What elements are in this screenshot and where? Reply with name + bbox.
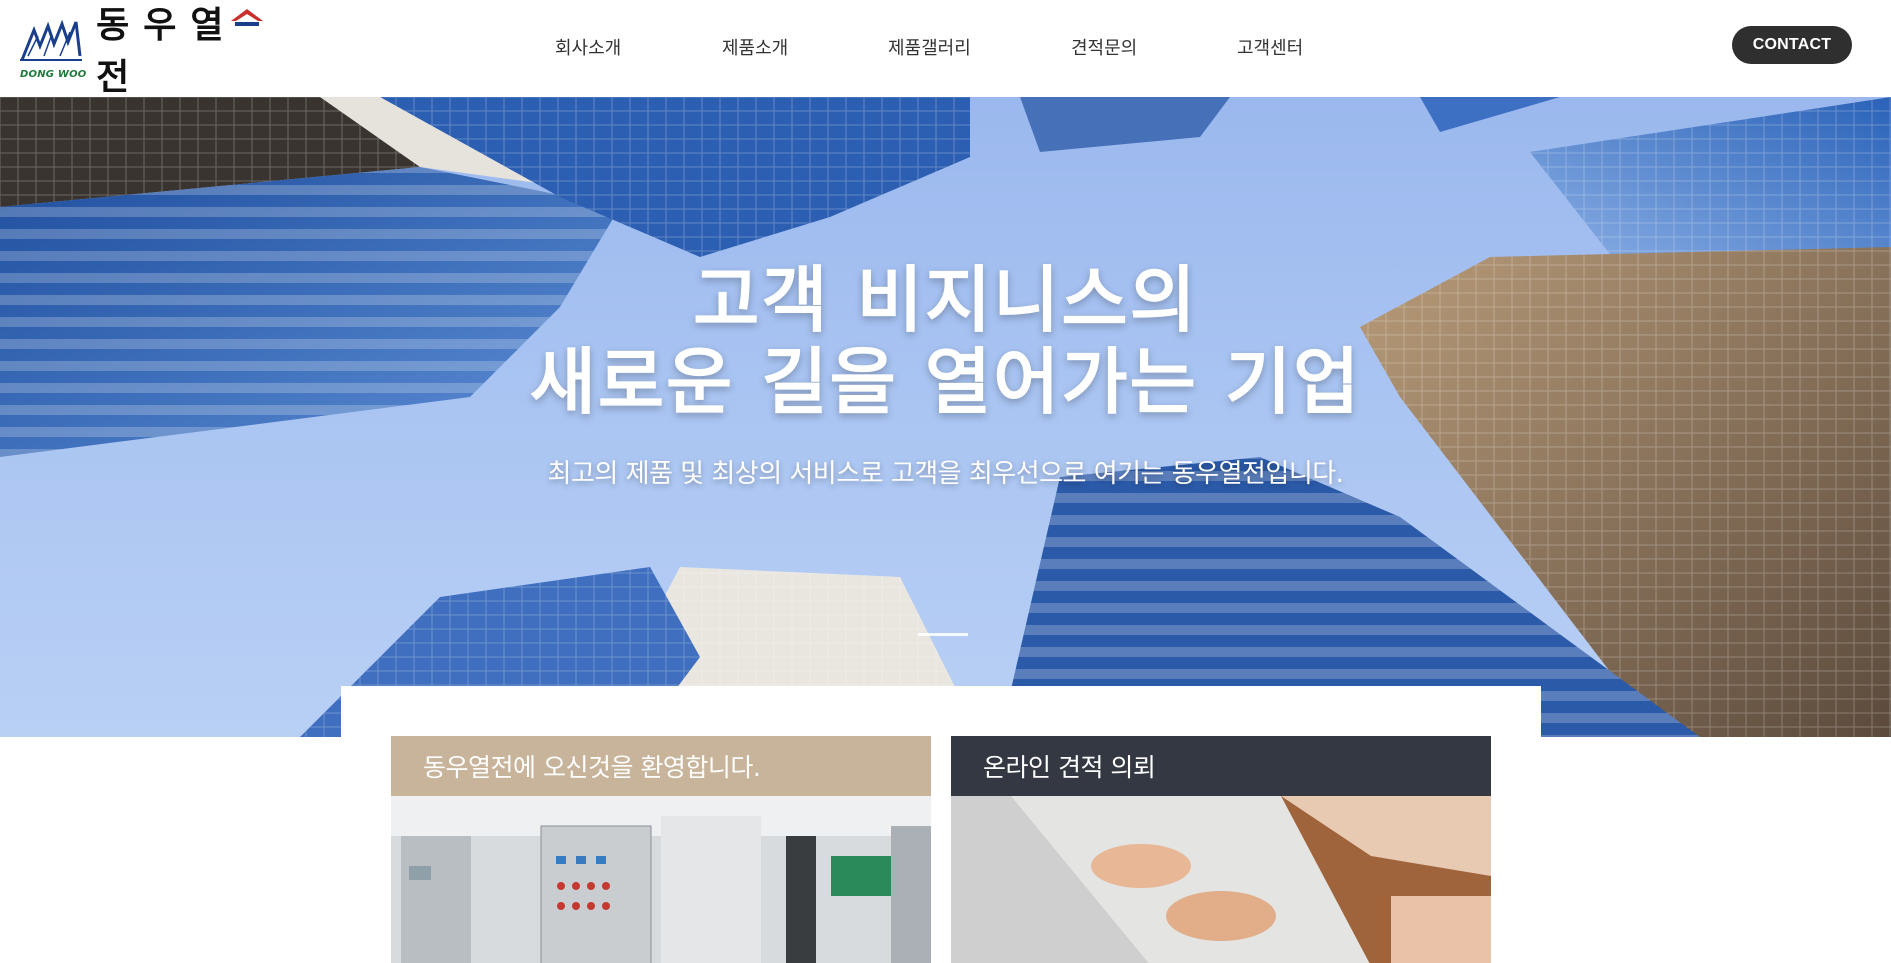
hero-title-line2: 새로운 길을 열어가는 기업 bbox=[529, 340, 1362, 424]
hero-subtitle: 최고의 제품 및 최상의 서비스로 고객을 최우선으로 여기는 동우열전입니다. bbox=[547, 459, 1344, 489]
dongwoo-logo-icon: DONG WOO bbox=[18, 16, 86, 80]
welcome-card[interactable]: 동우열전에 오신것을 환영합니다. bbox=[391, 736, 931, 963]
content-panel: 동우열전에 오신것을 환영합니다. 온라인 견적 의뢰 bbox=[341, 686, 1541, 963]
nav-quote[interactable]: 견적문의 bbox=[1071, 34, 1137, 60]
typing-laptop-image bbox=[951, 796, 1491, 963]
factory-equipment-image bbox=[391, 796, 931, 963]
nav-company[interactable]: 회사소개 bbox=[555, 34, 621, 60]
welcome-card-title: 동우열전에 오신것을 환영합니다. bbox=[391, 736, 931, 796]
contact-button[interactable]: CONTACT bbox=[1732, 26, 1852, 64]
site-logo[interactable]: DONG WOO 동우열전 bbox=[18, 5, 268, 98]
nav-products[interactable]: 제품소개 bbox=[722, 34, 788, 60]
nav-gallery[interactable]: 제품갤러리 bbox=[888, 34, 971, 60]
nav-support[interactable]: 고객센터 bbox=[1237, 34, 1303, 60]
logo-subtext: DONG WOO bbox=[20, 69, 87, 80]
hero-title: 고객 비지니스의 새로운 길을 열어가는 기업 bbox=[0, 259, 1891, 423]
hero-banner: 고객 비지니스의 새로운 길을 열어가는 기업 최고의 제품 및 최상의 서비스… bbox=[0, 97, 1891, 737]
site-header: DONG WOO 동우열전 회사소개 제품소개 제품갤러리 견적문의 고객센터 … bbox=[0, 0, 1891, 98]
emblem-icon bbox=[231, 9, 263, 26]
hero-title-line1: 고객 비지니스의 bbox=[693, 258, 1198, 342]
online-quote-card-title: 온라인 견적 의뢰 bbox=[951, 736, 1491, 796]
slider-indicator[interactable] bbox=[918, 633, 968, 636]
online-quote-card[interactable]: 온라인 견적 의뢰 bbox=[951, 736, 1491, 963]
